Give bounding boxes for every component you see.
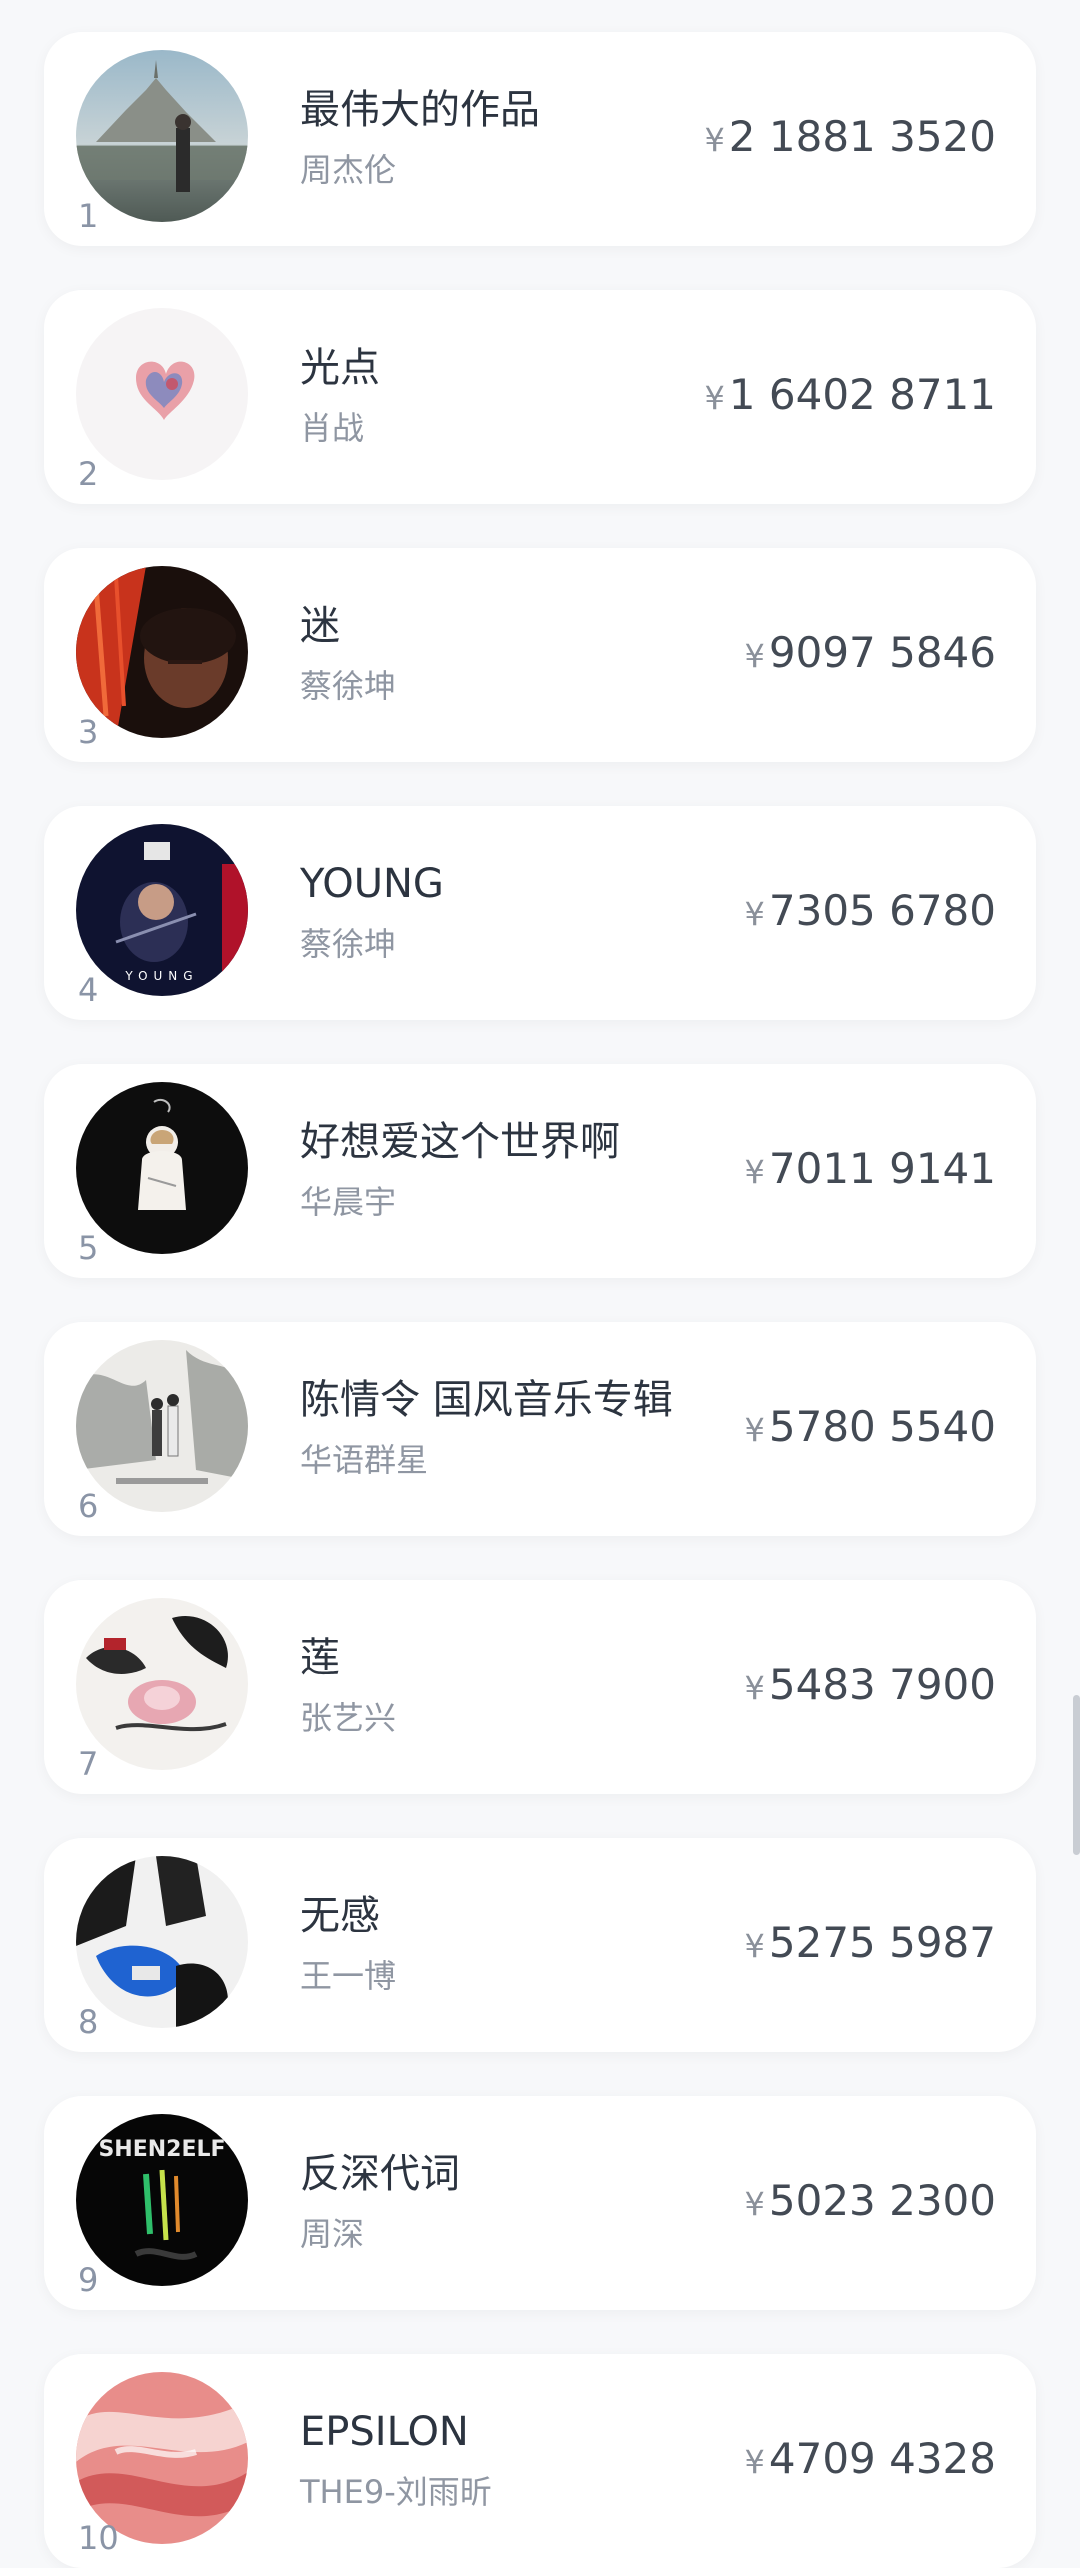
rank-number: 9	[78, 2261, 99, 2299]
artist-name: 王一博	[300, 1957, 397, 1995]
artist-name: 周杰伦	[300, 151, 397, 189]
currency-symbol: ¥	[744, 1927, 765, 1965]
ranking-item[interactable]: 10 EPSILON THE9-刘雨昕 ¥4709 4328	[44, 2354, 1036, 2568]
rank-number: 1	[78, 197, 99, 235]
album-cover-landscape	[76, 50, 248, 222]
artist-name: 张艺兴	[300, 1699, 397, 1737]
ranking-item[interactable]: 8 无感 王一博 ¥5275 5987	[44, 1838, 1036, 2052]
currency-symbol: ¥	[704, 121, 725, 159]
rank-number: 3	[78, 713, 99, 751]
artist-name: 蔡徐坤	[300, 667, 397, 705]
artist-name: 肖战	[300, 409, 365, 447]
sales-amount: ¥5023 2300	[745, 2180, 996, 2222]
rank-number: 2	[78, 455, 99, 493]
artist-name: 周深	[300, 2215, 365, 2253]
album-cover-lotus	[76, 1598, 248, 1770]
album-cover-shenself: SHEN2ELF	[76, 2114, 248, 2286]
sales-amount: ¥9097 5846	[745, 632, 996, 674]
artist-name: THE9-刘雨昕	[300, 2473, 492, 2511]
album-cover-stage: YOUNG	[76, 824, 248, 996]
currency-symbol: ¥	[704, 379, 725, 417]
sales-value: 5023 2300	[768, 2176, 996, 2225]
rank-number: 8	[78, 2003, 99, 2041]
ranking-item[interactable]: 1 最伟大的作品 周杰伦 ¥2 1881 3520	[44, 32, 1036, 246]
sales-value: 7011 9141	[768, 1144, 996, 1193]
album-title: 陈情令 国风音乐专辑	[300, 1377, 673, 1423]
album-title: 无感	[300, 1893, 380, 1939]
sales-amount: ¥5483 7900	[745, 1664, 996, 1706]
rank-number: 7	[78, 1745, 99, 1783]
sales-amount: ¥2 1881 3520	[704, 116, 996, 158]
album-title: 好想爱这个世界啊	[300, 1119, 620, 1165]
ranking-item[interactable]: 6 陈情令 国风音乐专辑 华语群星 ¥5780 5540	[44, 1322, 1036, 1536]
album-cover-blue-abstract	[76, 1856, 248, 2028]
album-cover-heart	[76, 308, 248, 480]
album-title: 最伟大的作品	[300, 87, 540, 133]
sales-ranking-list: 1 最伟大的作品 周杰伦 ¥2 1881 3520 2 光点 肖战 ¥1 640…	[0, 0, 1080, 2568]
sales-value: 9097 5846	[768, 628, 996, 677]
ranking-item[interactable]: 2 光点 肖战 ¥1 6402 8711	[44, 290, 1036, 504]
sales-value: 1 6402 8711	[728, 370, 996, 419]
currency-symbol: ¥	[744, 637, 765, 675]
ranking-item[interactable]: 3 迷 蔡徐坤 ¥9097 5846	[44, 548, 1036, 762]
rank-number: 10	[78, 2519, 119, 2557]
rank-number: 6	[78, 1487, 99, 1525]
ranking-item[interactable]: 5 好想爱这个世界啊 华晨宇 ¥7011 9141	[44, 1064, 1036, 1278]
currency-symbol: ¥	[744, 1669, 765, 1707]
sales-amount: ¥7305 6780	[745, 890, 996, 932]
rank-number: 5	[78, 1229, 99, 1267]
album-cover-red-portrait	[76, 566, 248, 738]
sales-amount: ¥1 6402 8711	[704, 374, 996, 416]
sales-value: 5483 7900	[768, 1660, 996, 1709]
album-cover-figure	[76, 1082, 248, 1254]
ranking-item[interactable]: SHEN2ELF 9 反深代词 周深 ¥5023 2300	[44, 2096, 1036, 2310]
sales-amount: ¥7011 9141	[745, 1148, 996, 1190]
artist-name: 华语群星	[300, 1441, 429, 1479]
artist-name: 华晨宇	[300, 1183, 397, 1221]
album-title: EPSILON	[300, 2409, 469, 2455]
sales-value: 7305 6780	[768, 886, 996, 935]
cover-label: YOUNG	[124, 969, 198, 983]
currency-symbol: ¥	[744, 2185, 765, 2223]
scrollbar-thumb[interactable]	[1073, 1695, 1080, 1855]
currency-symbol: ¥	[744, 2443, 765, 2481]
sales-value: 2 1881 3520	[728, 112, 996, 161]
album-cover-ink-painting	[76, 1340, 248, 1512]
currency-symbol: ¥	[744, 1411, 765, 1449]
artist-name: 蔡徐坤	[300, 925, 397, 963]
album-title: 迷	[300, 603, 340, 649]
cover-label: SHEN2ELF	[98, 2137, 225, 2162]
sales-amount: ¥5780 5540	[745, 1406, 996, 1448]
sales-value: 5780 5540	[768, 1402, 996, 1451]
sales-value: 4709 4328	[768, 2434, 996, 2483]
album-title: 反深代词	[300, 2151, 460, 2197]
currency-symbol: ¥	[744, 1153, 765, 1191]
sales-amount: ¥4709 4328	[745, 2438, 996, 2480]
currency-symbol: ¥	[744, 895, 765, 933]
sales-amount: ¥5275 5987	[745, 1922, 996, 1964]
album-title: 莲	[300, 1635, 340, 1681]
ranking-item[interactable]: 7 莲 张艺兴 ¥5483 7900	[44, 1580, 1036, 1794]
album-title: YOUNG	[300, 861, 444, 907]
ranking-item[interactable]: YOUNG 4 YOUNG 蔡徐坤 ¥7305 6780	[44, 806, 1036, 1020]
album-title: 光点	[300, 345, 380, 391]
rank-number: 4	[78, 971, 99, 1009]
sales-value: 5275 5987	[768, 1918, 996, 1967]
